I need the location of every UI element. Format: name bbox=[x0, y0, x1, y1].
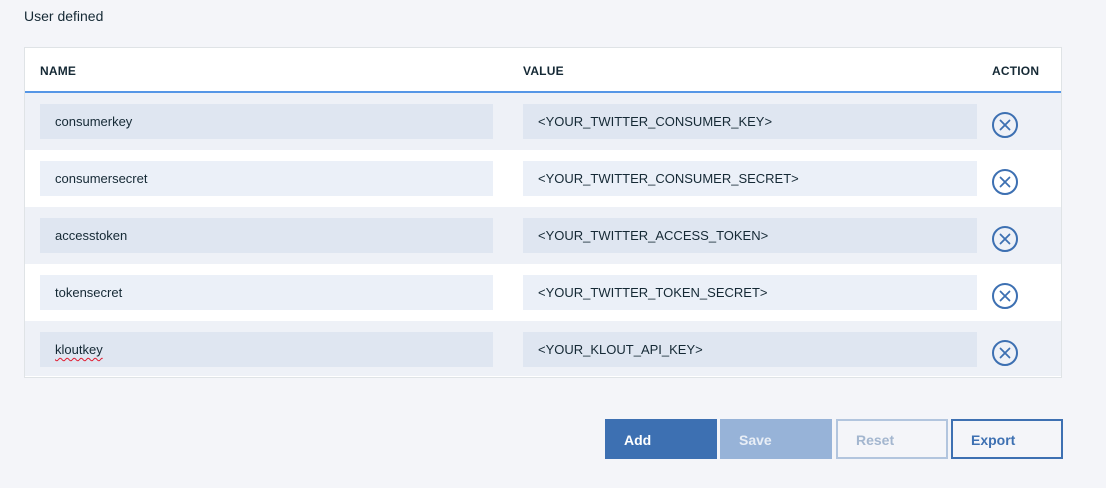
column-header-value: VALUE bbox=[523, 64, 564, 78]
close-icon bbox=[999, 347, 1011, 359]
reset-button[interactable]: Reset bbox=[836, 419, 948, 459]
table-row: accesstoken <YOUR_TWITTER_ACCESS_TOKEN> bbox=[25, 207, 1061, 264]
name-field[interactable]: kloutkey bbox=[40, 332, 493, 367]
save-button[interactable]: Save bbox=[720, 419, 832, 459]
value-field[interactable]: <YOUR_TWITTER_CONSUMER_KEY> bbox=[523, 104, 977, 139]
table-row: consumerkey <YOUR_TWITTER_CONSUMER_KEY> bbox=[25, 93, 1061, 150]
close-icon bbox=[999, 233, 1011, 245]
value-field[interactable]: <YOUR_KLOUT_API_KEY> bbox=[523, 332, 977, 367]
remove-row-button[interactable] bbox=[992, 226, 1018, 252]
user-defined-table: NAME VALUE ACTION consumerkey <YOUR_TWIT… bbox=[24, 47, 1062, 378]
remove-row-button[interactable] bbox=[992, 169, 1018, 195]
column-header-name: NAME bbox=[40, 64, 77, 78]
value-field[interactable]: <YOUR_TWITTER_ACCESS_TOKEN> bbox=[523, 218, 977, 253]
close-icon bbox=[999, 290, 1011, 302]
value-field[interactable]: <YOUR_TWITTER_CONSUMER_SECRET> bbox=[523, 161, 977, 196]
table-header: NAME VALUE ACTION bbox=[25, 48, 1061, 93]
remove-row-button[interactable] bbox=[992, 340, 1018, 366]
name-field[interactable]: accesstoken bbox=[40, 218, 493, 253]
name-field[interactable]: consumersecret bbox=[40, 161, 493, 196]
value-field[interactable]: <YOUR_TWITTER_TOKEN_SECRET> bbox=[523, 275, 977, 310]
name-field[interactable]: tokensecret bbox=[40, 275, 493, 310]
spellcheck-text: kloutkey bbox=[55, 342, 103, 357]
close-icon bbox=[999, 176, 1011, 188]
column-header-action: ACTION bbox=[992, 64, 1040, 78]
table-row: consumersecret <YOUR_TWITTER_CONSUMER_SE… bbox=[25, 150, 1061, 207]
section-title: User defined bbox=[24, 8, 104, 24]
remove-row-button[interactable] bbox=[992, 112, 1018, 138]
close-icon bbox=[999, 119, 1011, 131]
add-button[interactable]: Add bbox=[605, 419, 717, 459]
remove-row-button[interactable] bbox=[992, 283, 1018, 309]
table-row: kloutkey <YOUR_KLOUT_API_KEY> bbox=[25, 321, 1061, 376]
table-row: tokensecret <YOUR_TWITTER_TOKEN_SECRET> bbox=[25, 264, 1061, 321]
export-button[interactable]: Export bbox=[951, 419, 1063, 459]
name-field[interactable]: consumerkey bbox=[40, 104, 493, 139]
